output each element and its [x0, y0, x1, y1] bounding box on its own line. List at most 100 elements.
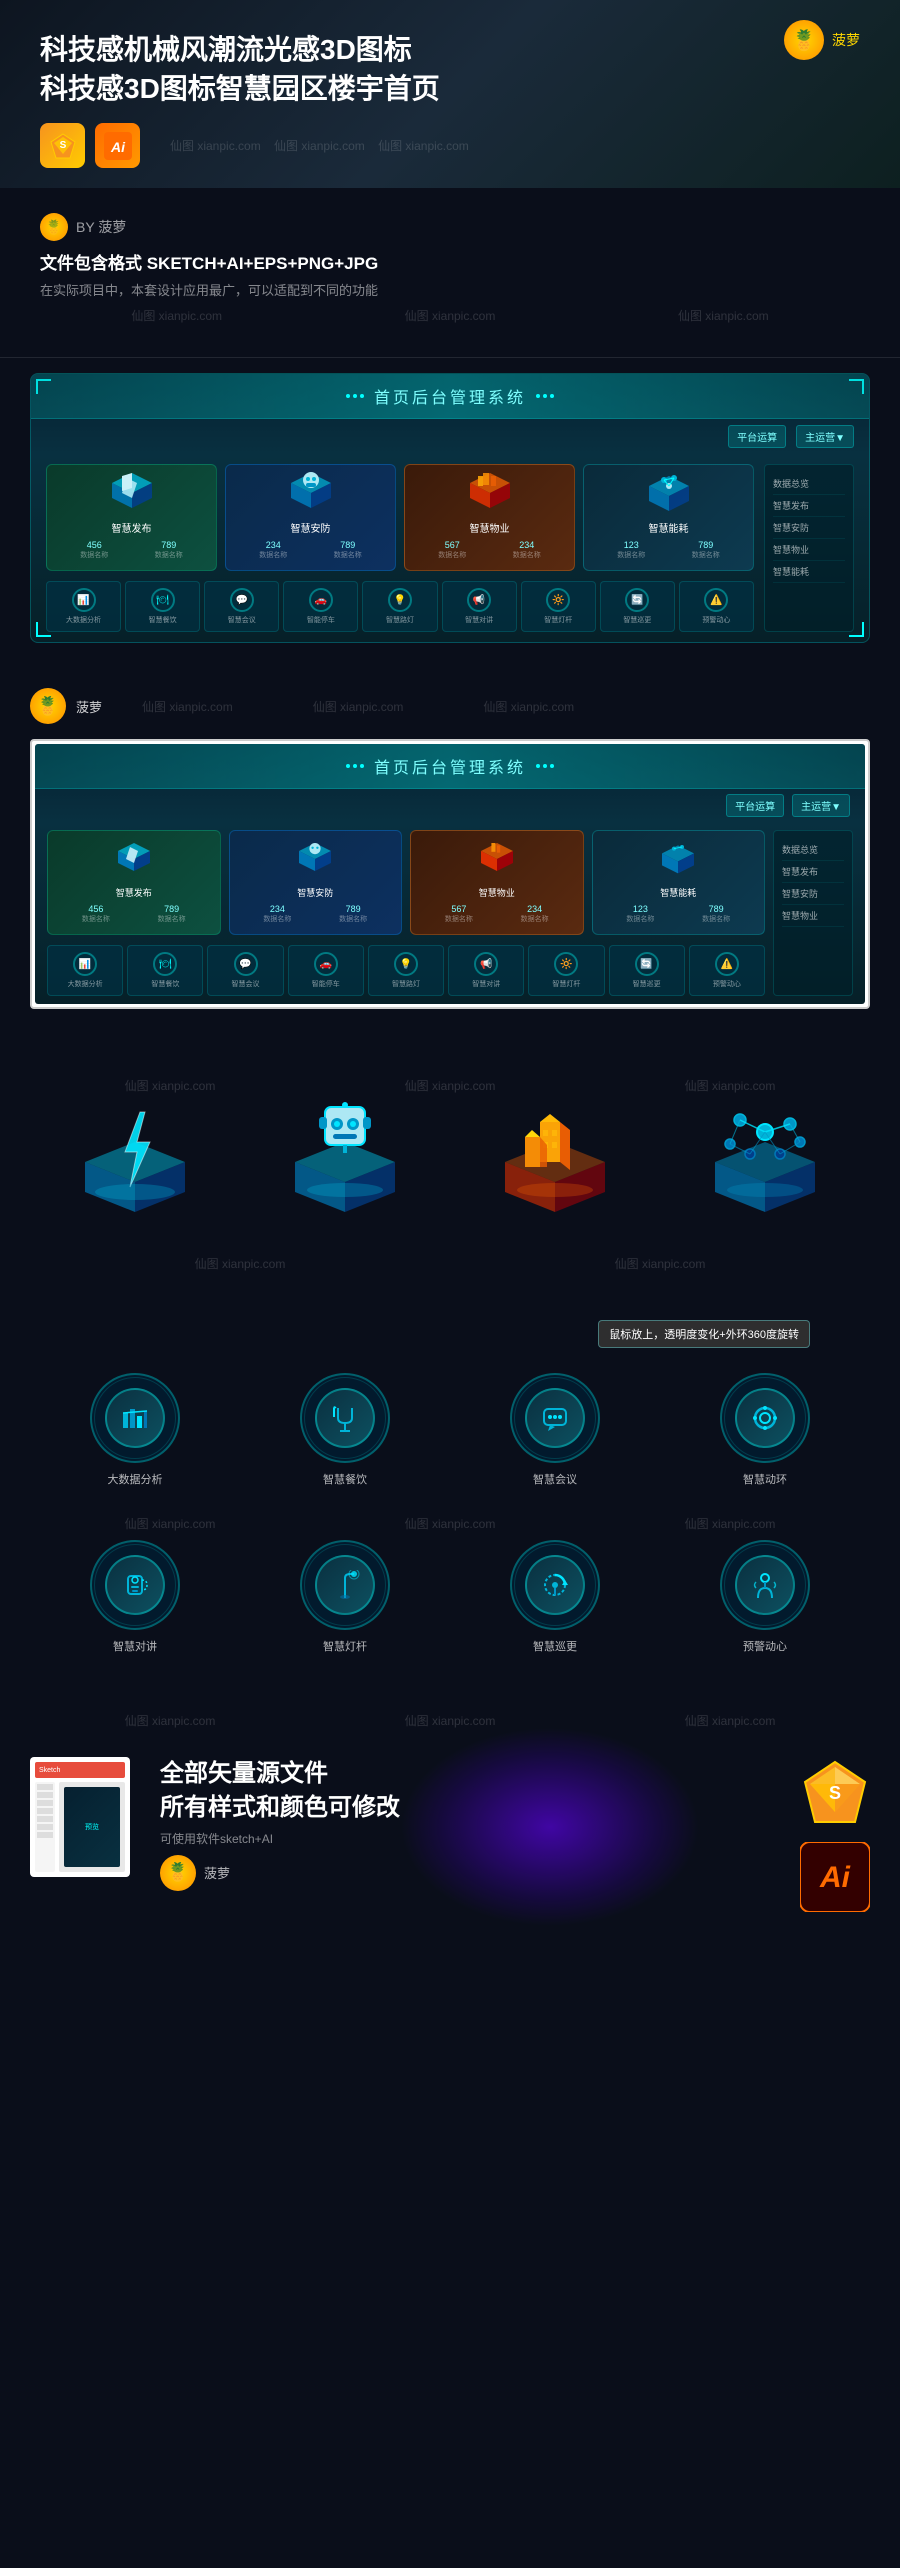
- icons-showcase: 仙图 xianpic.com 仙图 xianpic.com 仙图 xianpic…: [0, 1049, 900, 1300]
- author-avatar: 🍍: [30, 688, 66, 724]
- card-stats-energy: 123 数据名称 789 数据名称: [594, 540, 743, 560]
- dining-icon: 🍽: [151, 588, 175, 612]
- pineapple-badge: 🍍 菠萝: [784, 20, 860, 60]
- circ-inner-alert: [735, 1555, 795, 1615]
- inner-card-stats-1: 456数据名称 789数据名称: [58, 904, 210, 924]
- inner-sidebar-item-3[interactable]: 智慧物业: [782, 905, 844, 927]
- circ-outer-bigdata: [90, 1373, 180, 1463]
- circ-outer-alert: [720, 1540, 810, 1630]
- file-desc: 在实际项目中，本套设计应用最广，可以适配到不同的功能: [40, 280, 860, 299]
- bottom-icons-row: 📊 大数据分析 🍽 智慧餐饮 💬 智慧会议 🚗 智能停车: [46, 581, 754, 632]
- sidebar-item-4[interactable]: 智慧能耗: [773, 561, 845, 583]
- inner-user-btn[interactable]: 平台运算: [726, 794, 784, 817]
- dashboard-header: 首页后台管理系统: [31, 374, 869, 419]
- inner-bottom-icons: 📊大数据分析 🍽智慧餐饮 💬智慧会议 🚗智能停车 💡智慧路灯 📢智慧对讲 🔆智慧…: [47, 945, 765, 996]
- dashboard-title: 首页后台管理系统: [374, 384, 526, 408]
- circ-label-patrol: 智慧巡更: [490, 1638, 620, 1654]
- ai-software-icon: Ai: [800, 1842, 870, 1917]
- admin-btn[interactable]: 主运营▼: [796, 425, 854, 448]
- circular-icons-row2: 智慧对讲 智慧灯杆: [30, 1540, 870, 1654]
- pole-icon: 🔆: [546, 588, 570, 612]
- circ-outer-meeting: [510, 1373, 600, 1463]
- inner-cards-row: 智慧发布 456数据名称 789数据名称: [47, 830, 765, 935]
- circ-mid-watermarks: 仙图 xianpic.com 仙图 xianpic.com 仙图 xianpic…: [30, 1507, 870, 1540]
- sidebar-item-1[interactable]: 智慧发布: [773, 495, 845, 517]
- sidebar-item-3[interactable]: 智慧物业: [773, 539, 845, 561]
- bottom-text: 全部矢量源文件 所有样式和颜色可修改 可使用软件sketch+AI 🍍 菠萝: [160, 1757, 770, 1890]
- inner-card-2: 智慧安防 234数据名称 789数据名称: [229, 830, 403, 935]
- inner-sidebar: 数据总览 智慧发布 智慧安防 智慧物业: [773, 830, 853, 996]
- sidebar-item-2[interactable]: 智慧安防: [773, 517, 845, 539]
- inner-dashboard-title: 首页后台管理系统: [374, 754, 526, 778]
- bigdata-icon: 📊: [72, 588, 96, 612]
- card-smart-security: 智慧安防 234 数据名称 789 数据名称: [225, 464, 396, 571]
- inner-card-title-4: 智慧能耗: [603, 886, 755, 899]
- bottom-usage: 可使用软件sketch+AI: [160, 1830, 770, 1847]
- dashboard-preview: 首页后台管理系统 平台运算 主运营▼: [0, 358, 900, 673]
- bottom-icon-intercom: 📢 智慧对讲: [442, 581, 517, 632]
- inner-icon-6: 📢智慧对讲: [448, 945, 524, 996]
- second-dashboard-section: 首页后台管理系统 平台运算 主运营▼: [0, 739, 900, 1049]
- header-watermark: 仙图 xianpic.com 仙图 xianpic.com 仙图 xianpic…: [170, 137, 469, 154]
- inner-icon-8: 🔄智慧巡更: [609, 945, 685, 996]
- inner-alert-icon: ⚠️: [715, 952, 739, 976]
- circ-inner-bigdata: [105, 1388, 165, 1448]
- circ-outer-patrol: [510, 1540, 600, 1630]
- inner-sidebar-item-1[interactable]: 智慧发布: [782, 861, 844, 883]
- circ-outer-dining: [300, 1373, 390, 1463]
- bottom-author-avatar: 🍍: [160, 1855, 196, 1891]
- svg-text:Ai: Ai: [819, 1861, 851, 1894]
- circ-label-dining: 智慧餐饮: [280, 1471, 410, 1487]
- card-smart-property: 智慧物业 567 数据名称 234 数据名称: [404, 464, 575, 571]
- dashboard-frame: 首页后台管理系统 平台运算 主运营▼: [30, 373, 870, 643]
- cards-row: 智慧发布 456 数据名称 789 数据名称: [46, 464, 754, 571]
- bottom-left: Sketch 预览: [30, 1757, 130, 1877]
- circular-icons-row1: 大数据分析 智慧餐饮: [30, 1373, 870, 1487]
- sidebar-item-0[interactable]: 数据总览: [773, 473, 845, 495]
- svg-text:Ai: Ai: [110, 139, 126, 155]
- circ-outer-lamppost: [300, 1540, 390, 1630]
- bottom-section: 仙图 xianpic.com 仙图 xianpic.com 仙图 xianpic…: [0, 1684, 900, 1957]
- circ-inner-lamppost: [315, 1555, 375, 1615]
- inner-card-stats-2: 234数据名称 789数据名称: [240, 904, 392, 924]
- header-icons: S Ai 仙图 xianpic.com 仙图 xianpic.com 仙图 xi…: [40, 123, 860, 168]
- header-title-sub: 科技感3D图标智慧园区楼宇首页: [40, 69, 860, 108]
- inner-icon-5: 💡智慧路灯: [368, 945, 444, 996]
- circ-label-alert: 预警动心: [700, 1638, 830, 1654]
- inner-admin-btn[interactable]: 主运营▼: [792, 794, 850, 817]
- circ-icon-intercom: 智慧对讲: [70, 1540, 200, 1654]
- inner-card-stats-4: 123数据名称 789数据名称: [603, 904, 755, 924]
- inner-patrol-icon: 🔄: [635, 952, 659, 976]
- showcase-watermarks-mid: 仙图 xianpic.com 仙图 xianpic.com: [30, 1247, 870, 1280]
- alert-icon: ⚠️: [704, 588, 728, 612]
- inner-dashboard-header: 首页后台管理系统: [35, 744, 865, 789]
- inner-icon-1: 📊大数据分析: [47, 945, 123, 996]
- inner-card-stats-3: 567数据名称 234数据名称: [421, 904, 573, 924]
- file-format: 文件包含格式 SKETCH+AI+EPS+PNG+JPG: [40, 249, 860, 274]
- user-btn[interactable]: 平台运算: [728, 425, 786, 448]
- inner-card-4: 智慧能耗 123数据名称 789数据名称: [592, 830, 766, 935]
- card-title-property: 智慧物业: [415, 520, 564, 535]
- circular-icons-section: 鼠标放上，透明度变化+外环360度旋转 大数据分析: [0, 1300, 900, 1684]
- sketch-icon: S: [40, 123, 85, 168]
- circ-inner-meeting: [525, 1388, 585, 1448]
- circ-icon-meeting: 智慧会议: [490, 1373, 620, 1487]
- big-icon-lightning: [65, 1102, 205, 1227]
- bottom-icon-patrol: 🔄 智慧巡更: [600, 581, 675, 632]
- inner-sidebar-item-0[interactable]: 数据总览: [782, 839, 844, 861]
- showcase-watermarks-top: 仙图 xianpic.com 仙图 xianpic.com 仙图 xianpic…: [30, 1069, 870, 1102]
- card-icon-energy: [584, 465, 753, 520]
- inner-sidebar-item-2[interactable]: 智慧安防: [782, 883, 844, 905]
- card-stats-property: 567 数据名称 234 数据名称: [415, 540, 564, 560]
- circ-label-lamppost: 智慧灯杆: [280, 1638, 410, 1654]
- pineapple-name: 菠萝: [832, 30, 860, 50]
- circ-label-meeting: 智慧会议: [490, 1471, 620, 1487]
- card-title-energy: 智慧能耗: [594, 520, 743, 535]
- inner-intercom-icon: 📢: [474, 952, 498, 976]
- inner-icon-3: 💬智慧会议: [207, 945, 283, 996]
- circ-icon-lamppost: 智慧灯杆: [280, 1540, 410, 1654]
- circ-label-bigdata: 大数据分析: [70, 1471, 200, 1487]
- card-smart-publish: 智慧发布 456 数据名称 789 数据名称: [46, 464, 217, 571]
- inner-bigdata-icon: 📊: [73, 952, 97, 976]
- big-icon-robot: [275, 1102, 415, 1227]
